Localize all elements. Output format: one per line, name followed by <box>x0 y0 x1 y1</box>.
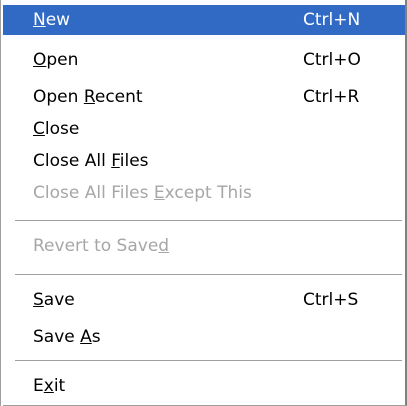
menu-separator <box>15 360 402 362</box>
menu-item-revert-to-saved: Revert to Saved <box>3 231 405 261</box>
menu-item-close[interactable]: Close <box>3 114 405 144</box>
menu-item-close-all-files-except-this: Close All Files Except This <box>3 178 405 208</box>
menu-item-open-recent[interactable]: Open Recent Ctrl+R <box>3 82 405 112</box>
menu-item-shortcut: Ctrl+S <box>303 290 359 310</box>
menu-item-label: Close All Files <box>33 151 149 171</box>
menu-item-label: Close <box>33 119 80 139</box>
menu-item-label: Exit <box>33 376 66 396</box>
menu-separator <box>15 220 402 222</box>
file-menu: New Ctrl+N Open Ctrl+O Open Recent Ctrl+… <box>0 0 407 406</box>
menu-item-new[interactable]: New Ctrl+N <box>3 5 405 35</box>
menu-item-exit[interactable]: Exit <box>3 371 405 401</box>
menu-item-save[interactable]: Save Ctrl+S <box>3 285 405 315</box>
menu-item-close-all-files[interactable]: Close All Files <box>3 146 405 176</box>
menu-item-label: Close All Files Except This <box>33 183 252 203</box>
menu-item-shortcut: Ctrl+N <box>303 10 361 30</box>
menu-item-label: Revert to Saved <box>33 236 170 256</box>
menu-item-save-as[interactable]: Save As <box>3 322 405 352</box>
menu-item-label: Save As <box>33 327 101 347</box>
menu-item-label: Open Recent <box>33 87 143 107</box>
menu-item-open[interactable]: Open Ctrl+O <box>3 45 405 75</box>
menu-item-shortcut: Ctrl+R <box>303 87 360 107</box>
menu-item-label: Save <box>33 290 75 310</box>
menu-item-label: New <box>33 10 71 30</box>
menu-item-shortcut: Ctrl+O <box>303 50 361 70</box>
menu-separator <box>15 274 402 276</box>
menu-item-label: Open <box>33 50 79 70</box>
